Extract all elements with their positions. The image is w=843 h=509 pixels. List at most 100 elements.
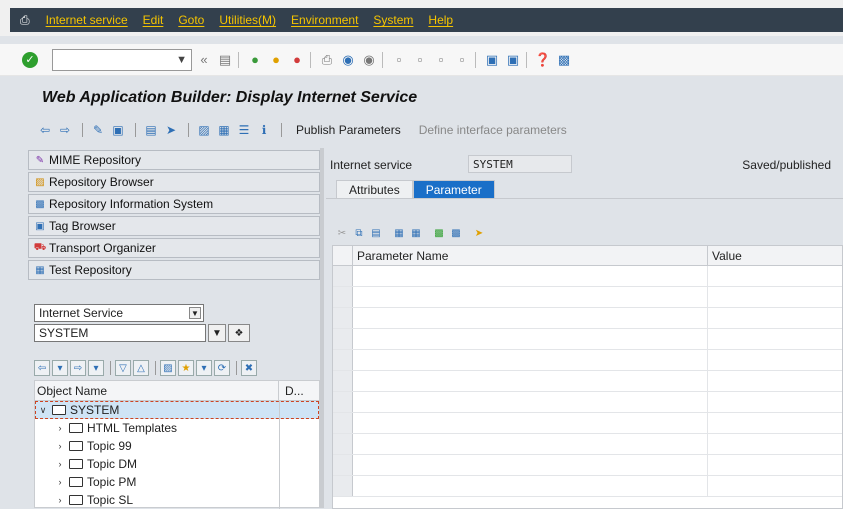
tree-node-system[interactable]: ∨ SYSTEM [35, 401, 319, 419]
menu-utilities[interactable]: Utilities(M) [219, 13, 276, 27]
nav-transport-organizer[interactable]: ⛟ Transport Organizer [28, 238, 320, 258]
save-icon[interactable]: ▤ [216, 51, 234, 69]
info-icon[interactable]: ℹ [255, 121, 273, 139]
grid-row[interactable] [333, 434, 842, 455]
chevron-down-icon[interactable]: ∨ [38, 405, 48, 416]
define-interface-parameters-button[interactable]: Define interface parameters [419, 123, 567, 137]
menu-environment[interactable]: Environment [291, 13, 358, 27]
chevron-right-icon[interactable]: › [55, 423, 65, 433]
other-object-icon[interactable]: ▣ [109, 121, 127, 139]
grid-row[interactable] [333, 413, 842, 434]
chevron-right-icon[interactable]: › [55, 441, 65, 451]
prev-page-icon[interactable]: ▫ [411, 51, 429, 69]
command-field[interactable]: ▼ [52, 48, 192, 71]
tree-node[interactable]: › Topic SL [35, 491, 319, 509]
grid-row[interactable] [333, 455, 842, 476]
last-page-icon[interactable]: ▫ [453, 51, 471, 69]
grid-select-all[interactable] [333, 246, 353, 265]
nav-repository-information-system[interactable]: ▩ Repository Information System [28, 194, 320, 214]
tree-forward-icon[interactable]: ⇨ [70, 360, 86, 376]
menu-internet-service[interactable]: Internet service [46, 13, 128, 27]
shortcut-icon[interactable]: ▣ [504, 51, 522, 69]
activate-icon[interactable]: ▤ [142, 121, 160, 139]
object-dropdown-button[interactable]: ▼ [208, 324, 226, 342]
nav-test-repository[interactable]: ▦ Test Repository [28, 260, 320, 280]
tree-header-object-name[interactable]: Object Name [35, 381, 279, 400]
table-icon[interactable]: ▦ [215, 121, 233, 139]
new-session-icon[interactable]: ▣ [483, 51, 501, 69]
tree-node[interactable]: › Topic 99 [35, 437, 319, 455]
collapse-all-icon[interactable]: △ [133, 360, 149, 376]
menu-icon[interactable]: ⎙ [20, 13, 30, 28]
tab-attributes[interactable]: Attributes [336, 180, 413, 198]
insert-row-icon[interactable]: ▦ [391, 225, 407, 241]
hierarchy-up-icon[interactable]: ▨ [160, 360, 176, 376]
grid-row[interactable] [333, 476, 842, 497]
menu-edit[interactable]: Edit [143, 13, 164, 27]
print-icon[interactable]: ⎙ [318, 51, 336, 69]
tree-node[interactable]: › Topic DM [35, 455, 319, 473]
splitter[interactable] [320, 148, 324, 508]
cancel-icon[interactable]: ● [288, 51, 306, 69]
hierarchy-icon[interactable]: ▨ [195, 121, 213, 139]
deselect-all-icon[interactable]: ▩ [448, 225, 464, 241]
display-object-button[interactable]: ❖ [228, 324, 250, 342]
menu-help[interactable]: Help [428, 13, 453, 27]
grid-row[interactable] [333, 329, 842, 350]
tree-node[interactable]: › HTML Templates [35, 419, 319, 437]
refresh-icon[interactable]: ⟳ [214, 360, 230, 376]
select-all-icon[interactable]: ▩ [431, 225, 447, 241]
find-icon[interactable]: ◉ [339, 51, 357, 69]
tree-back-icon[interactable]: ⇦ [34, 360, 50, 376]
back-icon[interactable]: « [195, 51, 213, 69]
help-icon[interactable]: ❓ [534, 51, 552, 69]
nav-tag-browser[interactable]: ▣ Tag Browser [28, 216, 320, 236]
object-type-select[interactable]: Internet Service ▼ [34, 304, 204, 322]
enter-icon[interactable]: ✓ [22, 51, 38, 68]
back-arrow-icon[interactable]: ⇦ [36, 121, 54, 139]
grid-row[interactable] [333, 371, 842, 392]
tab-parameter[interactable]: Parameter [412, 180, 495, 198]
paste-icon[interactable]: ▤ [368, 225, 384, 241]
tree-header-description[interactable]: D... [279, 384, 304, 398]
nav-mime-repository[interactable]: ✎ MIME Repository [28, 150, 320, 170]
align-icon[interactable]: ☰ [235, 121, 253, 139]
favorites-icon[interactable]: ★ [178, 360, 194, 376]
back-nav-icon[interactable]: ● [246, 51, 264, 69]
nav-repository-browser[interactable]: ▨ Repository Browser [28, 172, 320, 192]
grid-row[interactable] [333, 287, 842, 308]
tree-back-dropdown-icon[interactable]: ▾ [52, 360, 68, 376]
find-next-icon[interactable]: ◉ [360, 51, 378, 69]
favorites-dropdown-icon[interactable]: ▾ [196, 360, 212, 376]
close-icon[interactable]: ✖ [241, 360, 257, 376]
menu-goto[interactable]: Goto [178, 13, 204, 27]
command-field-dropdown-icon[interactable]: ▼ [176, 54, 187, 66]
publish-parameters-button[interactable]: Publish Parameters [296, 123, 401, 137]
grid-header-parameter-name[interactable]: Parameter Name [353, 246, 708, 265]
grid-row[interactable] [333, 308, 842, 329]
object-name-input[interactable]: SYSTEM [34, 324, 206, 342]
grid-header-value[interactable]: Value [708, 246, 742, 265]
cut-icon[interactable]: ✂ [334, 225, 350, 241]
menu-system[interactable]: System [373, 13, 413, 27]
forward-arrow-icon[interactable]: ⇨ [56, 121, 74, 139]
next-page-icon[interactable]: ▫ [432, 51, 450, 69]
tree-node[interactable]: › Topic PM [35, 473, 319, 491]
chevron-right-icon[interactable]: › [55, 459, 65, 469]
layout-icon[interactable]: ▩ [555, 51, 573, 69]
delete-row-icon[interactable]: ▦ [408, 225, 424, 241]
chevron-down-icon[interactable]: ▼ [189, 307, 201, 319]
export-icon[interactable]: ➤ [471, 225, 487, 241]
exit-icon[interactable]: ● [267, 51, 285, 69]
grid-row[interactable] [333, 350, 842, 371]
expand-all-icon[interactable]: ▽ [115, 360, 131, 376]
chevron-right-icon[interactable]: › [55, 495, 65, 505]
first-page-icon[interactable]: ▫ [390, 51, 408, 69]
grid-row[interactable] [333, 266, 842, 287]
grid-row[interactable] [333, 392, 842, 413]
display-change-icon[interactable]: ✎ [89, 121, 107, 139]
chevron-right-icon[interactable]: › [55, 477, 65, 487]
copy-icon[interactable]: ⧉ [351, 225, 367, 241]
test-icon[interactable]: ➤ [162, 121, 180, 139]
tree-forward-dropdown-icon[interactable]: ▾ [88, 360, 104, 376]
